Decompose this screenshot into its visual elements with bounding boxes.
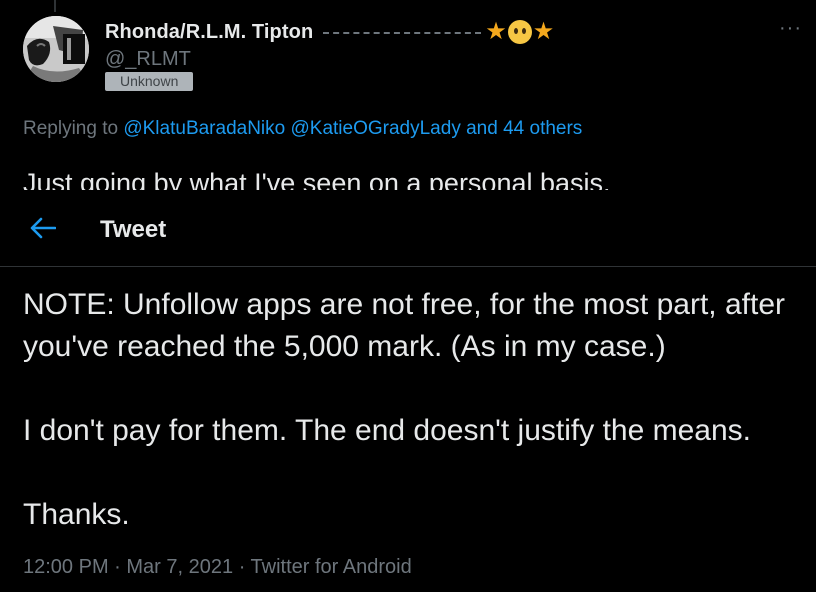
tweet-metadata: 12:00 PM · Mar 7, 2021 · Twitter for And… xyxy=(23,556,412,579)
mention-link-2[interactable]: @KatieOGradyLady xyxy=(291,118,461,139)
name-decoration-dashes xyxy=(323,32,482,34)
author-display-name[interactable]: Rhonda/R.L.M. Tipton xyxy=(105,21,313,44)
tweet-page: Rhonda/R.L.M. Tipton ★ ★ @_RLMT Unknown … xyxy=(0,0,816,592)
others-link[interactable]: and 44 others xyxy=(466,118,582,139)
avatar[interactable] xyxy=(23,16,89,82)
tweet-time[interactable]: 12:00 PM xyxy=(23,556,109,578)
star-icon: ★ xyxy=(485,18,507,45)
tweet-paragraph: NOTE: Unfollow apps are not free, for th… xyxy=(23,288,785,363)
more-options-icon[interactable]: ··· xyxy=(779,18,802,38)
tweet-date[interactable]: Mar 7, 2021 xyxy=(126,556,233,578)
page-title: Tweet xyxy=(100,216,167,243)
replying-to-line: Replying to @KlatuBaradaNiko @KatieOGrad… xyxy=(23,118,582,140)
star-icon: ★ xyxy=(532,18,555,45)
tweet-paragraph: Thanks. xyxy=(23,498,130,531)
replying-prefix: Replying to xyxy=(23,118,119,139)
avatar-image xyxy=(23,16,89,82)
previous-tweet-excerpt: Just going by what I've seen on a person… xyxy=(23,164,803,190)
tweet-paragraph: I don't pay for them. The end doesn't ju… xyxy=(23,414,751,447)
tweet-source[interactable]: Twitter for Android xyxy=(251,556,412,578)
status-badge: Unknown xyxy=(105,72,194,91)
separator-dot: · xyxy=(114,556,127,578)
author-name-row: Rhonda/R.L.M. Tipton ★ ★ xyxy=(105,18,554,46)
thread-connector xyxy=(54,0,56,12)
separator-dot: · xyxy=(238,556,251,578)
name-decoration-emojis: ★ ★ xyxy=(485,20,554,44)
back-arrow-icon[interactable] xyxy=(30,216,56,240)
author-handle[interactable]: @_RLMT xyxy=(105,48,191,71)
tweet-header-bar: Tweet xyxy=(0,190,816,267)
flushed-face-icon xyxy=(507,20,532,44)
tweet-body: NOTE: Unfollow apps are not free, for th… xyxy=(23,284,803,536)
previous-tweet-text: Just going by what I've seen on a person… xyxy=(23,168,611,190)
mention-link-1[interactable]: @KlatuBaradaNiko xyxy=(123,118,285,139)
